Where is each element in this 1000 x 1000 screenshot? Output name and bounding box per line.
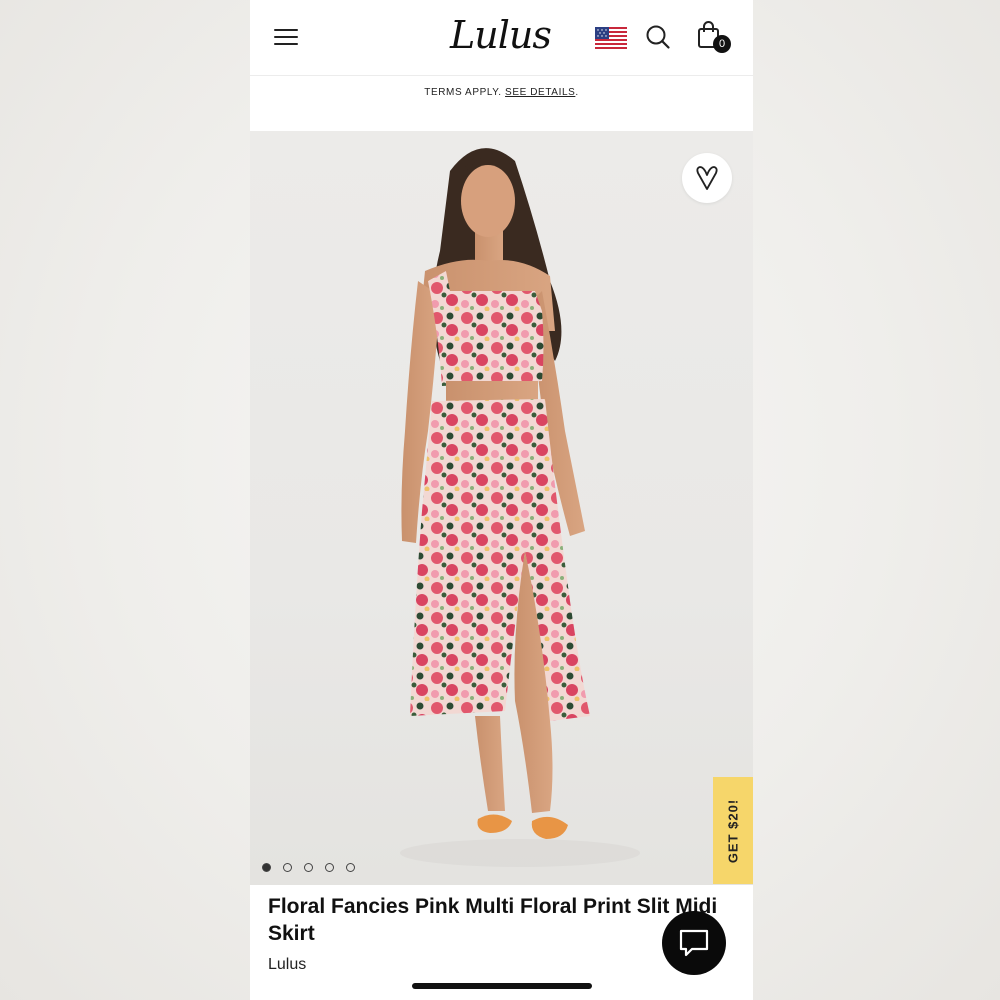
product-photo	[400, 148, 640, 867]
search-icon[interactable]	[645, 24, 671, 50]
chat-icon[interactable]	[662, 911, 726, 975]
site-header: Lulus 0	[250, 0, 753, 76]
terms-text: TERMS APPLY.	[424, 87, 502, 98]
get-offer-tab[interactable]: GET $20!	[713, 777, 753, 884]
promo-banner: TERMS APPLY. SEE DETAILS.	[250, 76, 753, 131]
cart-count-badge: 0	[713, 35, 731, 53]
hamburger-menu-icon[interactable]	[274, 26, 300, 48]
wishlist-heart-icon[interactable]	[682, 153, 732, 203]
product-brand[interactable]: Lulus	[268, 956, 306, 974]
us-flag-icon[interactable]	[595, 27, 627, 51]
gallery-dot[interactable]	[304, 863, 313, 872]
product-title: Floral Fancies Pink Multi Floral Print S…	[268, 895, 718, 945]
gallery-dot[interactable]	[283, 863, 292, 872]
gallery-dot[interactable]	[325, 863, 334, 872]
phone-screen: Lulus 0 TERMS APPLY. SEE DETAILS. GET $2…	[250, 0, 753, 1000]
gallery-dot[interactable]	[262, 863, 271, 872]
product-image-gallery[interactable]: GET $20!	[250, 131, 753, 885]
get-offer-label: GET $20!	[725, 798, 741, 863]
promo-period: .	[575, 87, 579, 98]
lulus-logo[interactable]: Lulus	[450, 10, 552, 60]
home-indicator	[412, 983, 592, 989]
gallery-pagination	[262, 859, 367, 872]
see-details-link[interactable]: SEE DETAILS	[505, 87, 575, 98]
gallery-dot[interactable]	[346, 863, 355, 872]
